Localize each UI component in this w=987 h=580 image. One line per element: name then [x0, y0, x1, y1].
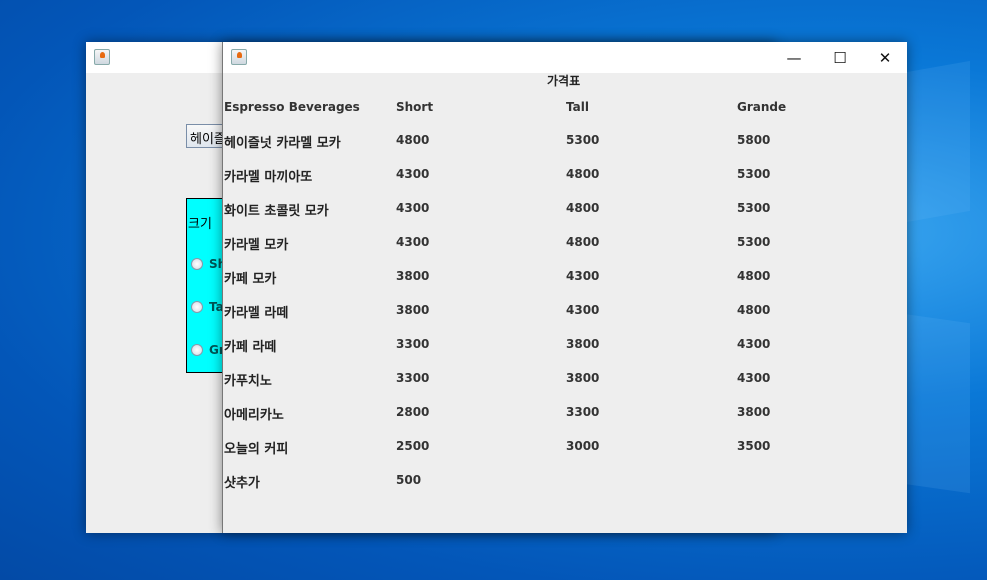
column-header: Grande	[737, 100, 787, 114]
price-cell: 3300	[396, 337, 430, 351]
radio-short[interactable]	[191, 258, 203, 270]
price-cell: 4300	[396, 201, 430, 215]
price-cell: 4300	[566, 269, 600, 283]
price-cell: 4800	[737, 269, 771, 283]
price-cell: 5300	[737, 235, 771, 249]
price-window-titlebar[interactable]: — ☐ ✕	[223, 42, 907, 73]
beverage-name: 샷추가	[224, 476, 260, 491]
price-cell: 4800	[396, 133, 430, 147]
beverage-name: 카페 모카	[224, 272, 277, 287]
price-cell: 4300	[737, 337, 771, 351]
price-cell: 4800	[566, 167, 600, 181]
price-cell: 5300	[737, 201, 771, 215]
price-cell: 3800	[737, 405, 771, 419]
radio-grande[interactable]	[191, 344, 203, 356]
beverage-name: 카라멜 마끼아또	[224, 170, 313, 185]
java-icon	[94, 49, 110, 65]
price-cell: 3800	[566, 371, 600, 385]
price-cell: 3800	[566, 337, 600, 351]
price-cell: 3800	[396, 303, 430, 317]
column-header: Tall	[566, 100, 589, 114]
price-cell: 4800	[566, 235, 600, 249]
beverage-name: 오늘의 커피	[224, 442, 289, 457]
price-cell: 5300	[566, 133, 600, 147]
radio-tall[interactable]	[191, 301, 203, 313]
price-cell: 4300	[396, 235, 430, 249]
price-cell: 3300	[396, 371, 430, 385]
close-button[interactable]: ✕	[862, 42, 908, 73]
price-table-title: 가격표	[547, 74, 581, 88]
beverage-name: 카라멜 모카	[224, 238, 289, 253]
price-cell: 4300	[396, 167, 430, 181]
beverage-name: 헤이즐넛 카라멜 모카	[224, 136, 341, 151]
price-cell: 3500	[737, 439, 771, 453]
price-cell: 3000	[566, 439, 600, 453]
price-cell: 5300	[737, 167, 771, 181]
beverage-name: 아메리카노	[224, 408, 284, 423]
price-cell: 4300	[566, 303, 600, 317]
minimize-button[interactable]: —	[771, 42, 817, 73]
column-header: Short	[396, 100, 434, 114]
size-label: 크기	[188, 217, 212, 232]
price-cell: 4800	[566, 201, 600, 215]
beverage-name: 화이트 초콜릿 모카	[224, 204, 329, 219]
maximize-button[interactable]: ☐	[817, 42, 863, 73]
beverage-name: 카푸치노	[224, 374, 272, 389]
column-header: Espresso Beverages	[224, 100, 360, 114]
beverage-name: 카라멜 라떼	[224, 306, 289, 321]
price-cell: 5800	[737, 133, 771, 147]
beverage-name: 카페 라떼	[224, 340, 277, 355]
price-cell: 3300	[566, 405, 600, 419]
price-cell: 2500	[396, 439, 430, 453]
java-icon	[231, 49, 247, 65]
price-cell: 4800	[737, 303, 771, 317]
price-cell: 4300	[737, 371, 771, 385]
price-cell: 3800	[396, 269, 430, 283]
price-table-window: — ☐ ✕ 가격표 Espresso Beverages Short Tall Gra…	[222, 42, 907, 533]
price-cell: 2800	[396, 405, 430, 419]
price-cell: 500	[396, 473, 422, 487]
